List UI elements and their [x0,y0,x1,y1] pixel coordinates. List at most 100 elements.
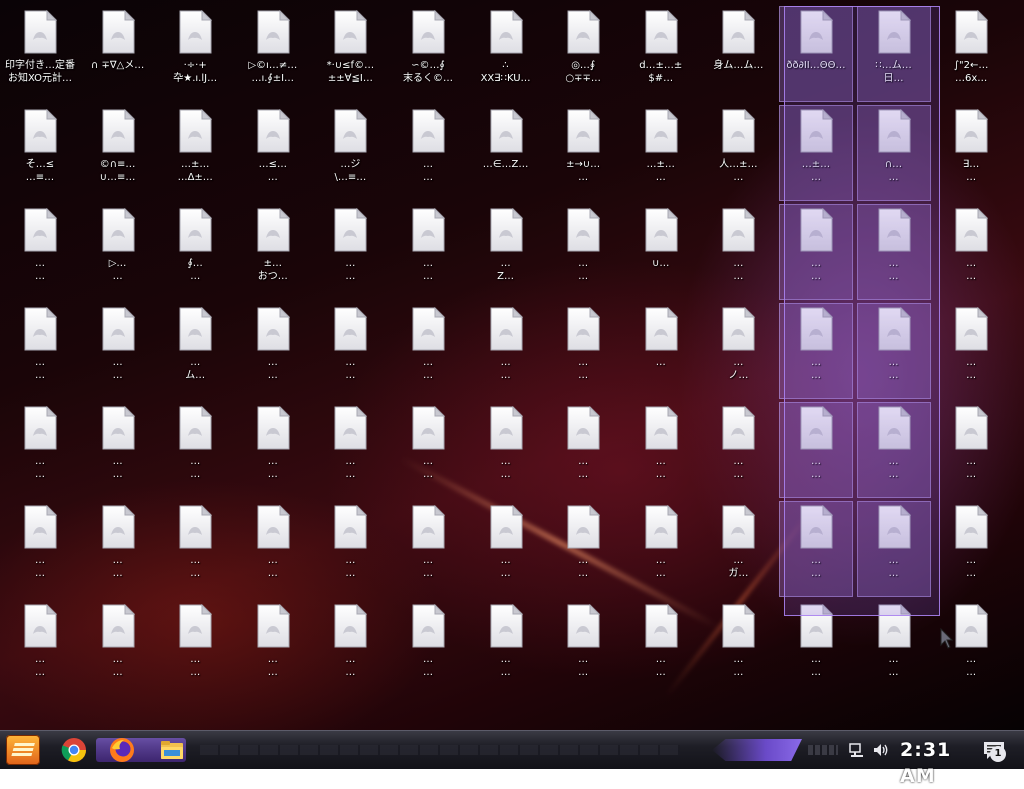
desktop-file-icon[interactable]: … … [546,204,620,300]
file-name-label: 人…±… … [719,159,758,183]
desktop-file-icon[interactable]: … ガ… [701,501,775,597]
desktop-file-icon[interactable]: ◎…∮ ○∓∓… [546,6,620,102]
desktop-file-icon[interactable]: … … [391,303,465,399]
desktop-file-icon[interactable]: 印字付き…定番 お知XO元計… [3,6,77,102]
file-name-label: … … [422,654,433,678]
desktop-file-icon[interactable]: … … [701,600,775,696]
desktop-file-icon[interactable]: …±… … [624,105,698,201]
desktop-file-icon[interactable]: … … [313,402,387,498]
desktop-file-icon[interactable]: ▷… … [81,204,155,300]
desktop-file-icon[interactable]: … … [391,501,465,597]
file-name-label: … [655,357,666,368]
desktop-file-icon[interactable]: … … [3,501,77,597]
desktop-file-icon[interactable]: ·÷·+ 卆★.ı.lJ… [158,6,232,102]
desktop-file-icon[interactable]: ∪… [624,204,698,300]
desktop[interactable]: 印字付き…定番 お知XO元計… ∩ ∓∇△メ… ·÷·+ 卆★.ı.lJ… ▷©ı…≠… [0,0,1024,730]
desktop-file-icon[interactable]: … … [546,501,620,597]
network-icon[interactable] [848,741,866,759]
desktop-file-icon[interactable]: … … [313,303,387,399]
blank-document-icon [333,208,368,252]
desktop-file-icon[interactable]: … … [81,303,155,399]
desktop-file-icon[interactable]: … ム… [158,303,232,399]
file-name-label: 身ム…ム… [713,60,764,71]
blank-document-icon [23,208,57,252]
desktop-file-icon[interactable]: … … [391,204,465,300]
desktop-file-icon[interactable]: ∃… … [934,105,1008,201]
desktop-file-icon[interactable]: … … [934,501,1008,597]
desktop-file-icon[interactable]: … Z… [469,204,543,300]
desktop-file-icon[interactable]: … … [3,600,77,696]
start-button[interactable] [6,735,40,765]
desktop-file-icon[interactable]: 人…±… … [701,105,775,201]
desktop-file-icon[interactable]: … … [546,600,620,696]
desktop-file-icon[interactable]: … … [624,402,698,498]
chrome-icon[interactable] [60,736,88,764]
file-name-label: … … [578,555,589,579]
desktop-file-icon[interactable]: …≤… … [236,105,310,201]
desktop-file-icon[interactable]: … … [624,501,698,597]
desktop-file-icon[interactable]: … … [158,402,232,498]
blank-document-icon [333,406,368,450]
desktop-file-icon[interactable]: … … [313,600,387,696]
desktop-file-icon[interactable]: … … [934,303,1008,399]
blank-document-icon [954,208,989,252]
desktop-file-icon[interactable]: ©∩≡… ∪…≡… [81,105,155,201]
blank-document-icon [489,10,523,54]
desktop-file-icon[interactable]: ▷©ı…≠… …ı.∮±I… [236,6,310,102]
desktop-file-icon[interactable]: ∮… … [158,204,232,300]
desktop-file-icon[interactable]: ∩ ∓∇△メ… [81,6,155,102]
desktop-file-icon[interactable]: … ノ… [701,303,775,399]
blank-document-icon [721,505,756,549]
desktop-file-icon[interactable]: … … [469,303,543,399]
desktop-file-icon[interactable]: …ジ \…≡… [313,105,387,201]
desktop-file-icon[interactable]: … … [313,204,387,300]
desktop-file-icon[interactable]: … … [546,402,620,498]
desktop-file-icon[interactable]: … … [236,303,310,399]
desktop-file-icon[interactable]: … … [701,204,775,300]
desktop-file-icon[interactable]: … … [3,402,77,498]
desktop-file-icon[interactable]: … … [236,600,310,696]
desktop-file-icon[interactable]: … … [469,501,543,597]
desktop-file-icon[interactable]: … … [236,501,310,597]
desktop-file-icon[interactable]: ∫"2←… …6x… [934,6,1008,102]
desktop-file-icon[interactable]: … … [81,600,155,696]
desktop-file-icon[interactable]: … … [81,402,155,498]
desktop-file-icon[interactable]: … … [81,501,155,597]
file-name-label: … … [578,654,589,678]
desktop-file-icon[interactable]: … … [158,600,232,696]
file-explorer-icon[interactable] [158,736,186,764]
desktop-file-icon[interactable]: … … [3,204,77,300]
desktop-file-icon[interactable]: … … [391,600,465,696]
desktop-file-icon[interactable]: … [624,303,698,399]
volume-icon[interactable] [872,741,890,759]
blank-document-icon [566,604,601,648]
desktop-file-icon[interactable]: …∈…Z… [469,105,543,201]
file-name-label: … ム… [185,357,206,381]
desktop-file-icon[interactable]: … … [3,303,77,399]
desktop-file-icon[interactable]: ±→∪… … [546,105,620,201]
desktop-file-icon[interactable]: ∴ XX∃∷KU… [469,6,543,102]
desktop-file-icon[interactable]: ∽©…∮ 末るく©… [391,6,465,102]
desktop-file-icon[interactable]: *·∪≤f©… ±±∀≦I… [313,6,387,102]
desktop-file-icon[interactable]: 身ム…ム… [701,6,775,102]
desktop-file-icon[interactable]: … … [391,105,465,201]
desktop-file-icon[interactable]: … … [934,402,1008,498]
desktop-file-icon[interactable]: … … [469,402,543,498]
desktop-file-icon[interactable]: … … [313,501,387,597]
desktop-file-icon[interactable]: … … [624,600,698,696]
desktop-file-icon[interactable]: … … [934,204,1008,300]
desktop-file-icon[interactable]: … … [469,600,543,696]
firefox-icon[interactable] [108,736,136,764]
desktop-file-icon[interactable]: … … [391,402,465,498]
notification-badge: 1 [990,746,1006,762]
desktop-file-icon[interactable]: … … [546,303,620,399]
desktop-file-icon[interactable]: そ…≤ …≡… [3,105,77,201]
desktop-file-icon[interactable]: … … [158,501,232,597]
clock[interactable]: 2:31 AM [900,737,964,787]
desktop-file-icon[interactable]: … … [701,402,775,498]
desktop-file-icon[interactable]: ±… おつ… [236,204,310,300]
desktop-file-icon[interactable]: … … [236,402,310,498]
file-name-label: ▷… … [108,258,127,282]
desktop-file-icon[interactable]: d…±…± $#… [624,6,698,102]
desktop-file-icon[interactable]: …±… …Δ±… [158,105,232,201]
